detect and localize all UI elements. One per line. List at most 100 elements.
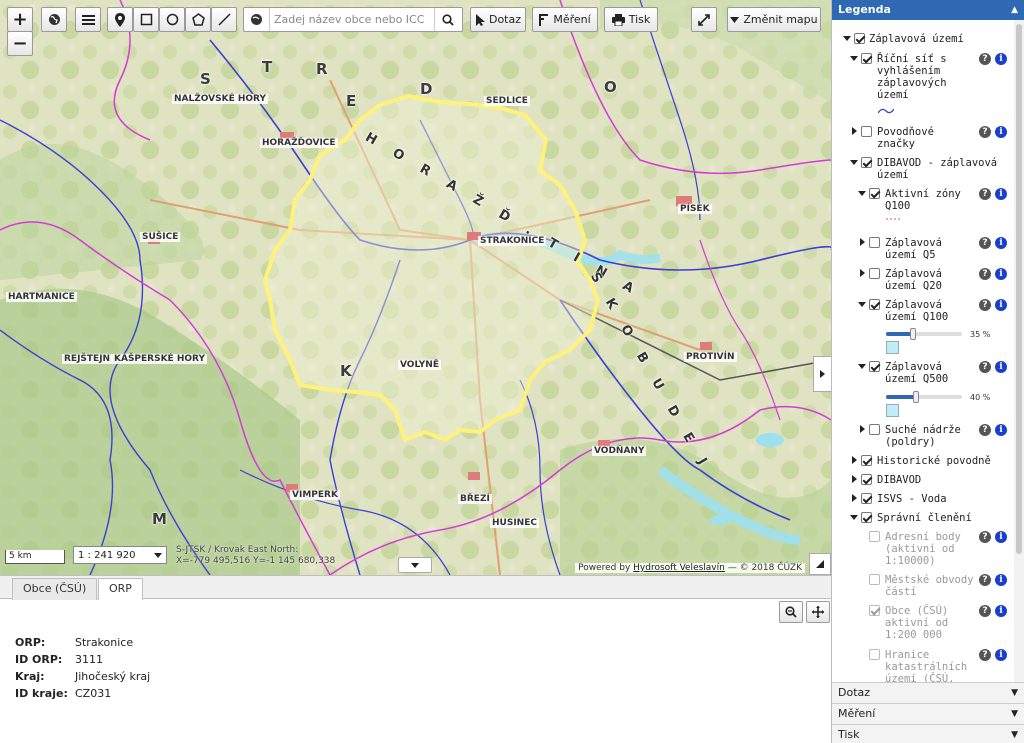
layer-checkbox[interactable]	[869, 424, 880, 435]
info-key: ID ORP:	[15, 653, 63, 666]
help-icon[interactable]: ?	[979, 424, 991, 436]
overview-map-toggle[interactable]	[809, 553, 831, 575]
opacity-slider-q500[interactable]	[886, 391, 962, 403]
layers-menu-button[interactable]	[75, 7, 101, 32]
help-icon[interactable]: ?	[979, 188, 991, 200]
layer-checkbox[interactable]	[869, 649, 880, 660]
help-icon[interactable]: ?	[979, 649, 991, 661]
info-icon[interactable]: i	[995, 649, 1007, 661]
sidebar-toggle[interactable]	[813, 356, 831, 392]
help-icon[interactable]: ?	[979, 361, 991, 373]
info-icon[interactable]: i	[995, 299, 1007, 311]
tab-orp[interactable]: ORP	[98, 578, 143, 600]
layer-checkbox[interactable]	[869, 268, 880, 279]
tisk-button[interactable]: Tisk	[604, 7, 658, 32]
slider-fill	[886, 332, 913, 336]
scale-select[interactable]: 1 : 241 920	[73, 546, 167, 564]
draw-rectangle-button[interactable]	[133, 7, 159, 32]
info-icon[interactable]: i	[995, 268, 1007, 280]
expand-toggle-icon[interactable]	[858, 364, 866, 369]
draw-circle-button[interactable]	[159, 7, 185, 32]
layer-checkbox[interactable]	[869, 574, 880, 585]
expand-toggle-icon[interactable]	[852, 127, 857, 135]
fullscreen-button[interactable]	[691, 7, 717, 32]
expand-toggle-icon[interactable]	[858, 191, 866, 196]
info-icon[interactable]: i	[995, 361, 1007, 373]
opacity-slider-q100[interactable]	[886, 328, 962, 340]
info-icon[interactable]: i	[995, 53, 1007, 65]
expand-toggle-icon[interactable]	[850, 515, 858, 520]
map-label: T	[262, 58, 276, 76]
globe-icon	[48, 14, 60, 25]
help-icon[interactable]: ?	[979, 268, 991, 280]
info-icon[interactable]: i	[995, 126, 1007, 138]
layer-checkbox[interactable]	[861, 512, 872, 523]
attribution-link[interactable]: Hydrosoft Veleslavín	[633, 563, 725, 573]
layer-checkbox[interactable]	[869, 237, 880, 248]
layer-checkbox[interactable]	[869, 188, 880, 199]
info-icon[interactable]: i	[995, 605, 1007, 617]
info-icon[interactable]: i	[995, 574, 1007, 586]
change-map-button[interactable]: Změnit mapu	[727, 7, 821, 32]
help-icon[interactable]: ?	[979, 53, 991, 65]
legend-header[interactable]: Legenda ▲	[832, 0, 1024, 20]
accordion-dotaz[interactable]: Dotaz ▼	[832, 682, 1024, 703]
help-icon[interactable]: ?	[979, 237, 991, 249]
map-canvas[interactable]: S T R E D O M K H O R A Ž Ď . T I N A S …	[0, 0, 831, 575]
search-button[interactable]	[434, 8, 460, 31]
map-town-label: PÍSEK	[678, 204, 712, 214]
draw-line-button[interactable]	[211, 7, 237, 32]
expand-toggle-icon[interactable]	[852, 456, 857, 464]
expand-toggle-icon[interactable]	[860, 269, 865, 277]
layer-checkbox[interactable]	[861, 493, 872, 504]
zoom-out-button[interactable]: −	[7, 31, 33, 56]
layer-checkbox[interactable]	[854, 33, 865, 44]
help-icon[interactable]: ?	[979, 531, 991, 543]
accordion-mereni[interactable]: Měření ▼	[832, 703, 1024, 724]
slider-handle[interactable]	[913, 391, 920, 403]
accordion-tisk[interactable]: Tisk ▼	[832, 724, 1024, 743]
slider-handle[interactable]	[909, 328, 916, 340]
bottom-panel-toggle[interactable]	[398, 557, 432, 573]
legend-scrollbar[interactable]	[1014, 20, 1024, 682]
info-icon[interactable]: i	[995, 237, 1007, 249]
info-icon[interactable]: i	[995, 531, 1007, 543]
layer-checkbox[interactable]	[861, 126, 872, 137]
globe-button[interactable]	[41, 7, 67, 32]
dotaz-button[interactable]: Dotaz	[470, 7, 526, 32]
expand-toggle-icon[interactable]	[860, 238, 865, 246]
info-icon[interactable]: i	[995, 188, 1007, 200]
map-label: S	[200, 70, 214, 88]
help-icon[interactable]: ?	[979, 605, 991, 617]
tisk-label: Tisk	[628, 13, 651, 26]
expand-toggle-icon[interactable]	[850, 160, 858, 165]
pan-to-feature-button[interactable]	[806, 601, 830, 623]
help-icon[interactable]: ?	[979, 299, 991, 311]
locate-button[interactable]	[244, 8, 270, 31]
help-icon[interactable]: ?	[979, 126, 991, 138]
layer-checkbox[interactable]	[861, 157, 872, 168]
help-icon[interactable]: ?	[979, 574, 991, 586]
layer-checkbox[interactable]	[861, 53, 872, 64]
layer-checkbox[interactable]	[869, 299, 880, 310]
expand-toggle-icon[interactable]	[858, 302, 866, 307]
expand-toggle-icon[interactable]	[860, 425, 865, 433]
expand-toggle-icon[interactable]	[852, 494, 857, 502]
mereni-button[interactable]: Měření	[532, 7, 598, 32]
tab-obce[interactable]: Obce (ČSÚ)	[12, 578, 98, 600]
expand-toggle-icon[interactable]	[850, 56, 858, 61]
expand-toggle-icon[interactable]	[843, 36, 851, 41]
layer-checkbox[interactable]	[861, 474, 872, 485]
search-input[interactable]	[270, 9, 434, 30]
draw-point-button[interactable]	[107, 7, 133, 32]
draw-polygon-button[interactable]	[185, 7, 211, 32]
layer-checkbox[interactable]	[861, 455, 872, 466]
info-icon[interactable]: i	[995, 424, 1007, 436]
expand-toggle-icon[interactable]	[852, 475, 857, 483]
layer-checkbox[interactable]	[869, 531, 880, 542]
layer-checkbox[interactable]	[869, 605, 880, 616]
layer-checkbox[interactable]	[869, 361, 880, 372]
zoom-in-button[interactable]: +	[7, 7, 33, 32]
zoom-to-feature-button[interactable]	[779, 601, 803, 623]
scrollbar-thumb[interactable]	[1016, 24, 1022, 554]
